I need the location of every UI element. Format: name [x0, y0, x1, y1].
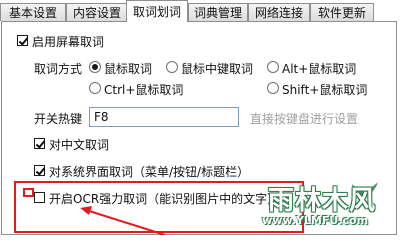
watermark-url: www.YLMFU.com	[262, 214, 369, 227]
watermark-logo: 雨林木风 www.YLMFU.com	[260, 178, 400, 235]
watermark-title: 雨林木风	[268, 186, 377, 216]
tab-word-capture[interactable]: 取词划词	[126, 0, 188, 22]
